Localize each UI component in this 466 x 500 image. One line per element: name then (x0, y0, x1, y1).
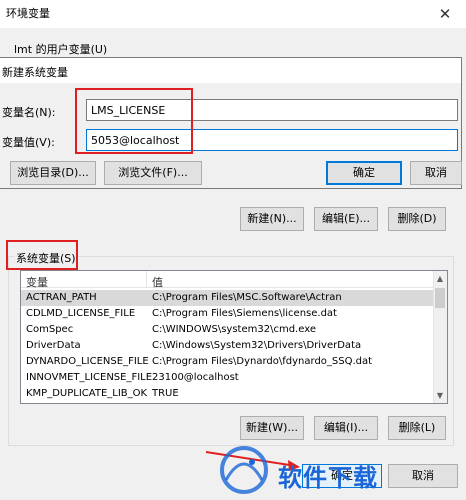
browse-file-button[interactable]: 浏览文件(F)... (104, 161, 202, 185)
window-title: 环境变量 (6, 7, 50, 20)
row-value: C:\Program Files\MSC.Software\Actran (152, 292, 342, 303)
dialog-titlebar (0, 58, 461, 83)
table-header (21, 271, 433, 288)
dialog-ok-button[interactable]: 确定 (326, 161, 402, 185)
table-row[interactable]: DYNARDO_LICENSE_FILE C:\Program Files\Dy… (21, 354, 433, 370)
dialog-title: 新建系统变量 (2, 66, 68, 79)
column-separator (146, 271, 147, 288)
row-value: C:\Windows\System32\Drivers\DriverData (152, 340, 362, 351)
row-name: DYNARDO_LICENSE_FILE (26, 356, 149, 367)
variable-value-label: 变量值(V): (2, 136, 55, 149)
row-value: C:\Program Files\Dynardo\fdynardo_SSQ.da… (152, 356, 373, 367)
user-variables-group-label: lmt 的用户变量(U) (14, 43, 108, 56)
highlight-box-dialog-fields (75, 88, 193, 154)
row-name: ComSpec (26, 324, 74, 335)
row-name: KMP_DUPLICATE_LIB_OK (26, 388, 148, 399)
dragon-logo-icon (220, 446, 268, 494)
row-name: INNOVMET_LICENSE_FILE (26, 372, 153, 383)
system-edit-button[interactable]: 编辑(I)... (314, 416, 378, 440)
row-value: TRUE (152, 388, 179, 399)
row-name: CDLMD_LICENSE_FILE (26, 308, 136, 319)
dialog-cancel-button[interactable]: 取消 (410, 161, 462, 185)
variable-name-label: 变量名(N): (2, 106, 56, 119)
scroll-down-icon[interactable]: ▼ (433, 389, 447, 403)
row-value: C:\WINDOWS\system32\cmd.exe (152, 324, 316, 335)
column-header-variable[interactable]: 变量 (26, 274, 48, 290)
row-value: C:\Program Files\Siemens\license.dat (152, 308, 337, 319)
table-row[interactable]: ComSpec C:\WINDOWS\system32\cmd.exe (21, 322, 433, 338)
highlight-box-system-label (6, 240, 78, 270)
browse-directory-button[interactable]: 浏览目录(D)... (10, 161, 96, 185)
column-header-value[interactable]: 值 (152, 274, 163, 290)
row-name: ACTRAN_PATH (26, 292, 97, 303)
close-icon[interactable]: ✕ (428, 2, 462, 26)
system-new-button[interactable]: 新建(W)... (240, 416, 304, 440)
scroll-up-icon[interactable]: ▲ (433, 272, 447, 286)
row-value: 23100@localhost (152, 372, 239, 383)
window-titlebar (0, 0, 466, 28)
table-row[interactable]: KMP_DUPLICATE_LIB_OK TRUE (21, 386, 433, 402)
watermark-logo-text: 软件下载 (278, 464, 378, 492)
user-edit-button[interactable]: 编辑(E)... (314, 207, 378, 231)
table-row[interactable]: CDLMD_LICENSE_FILE C:\Program Files\Siem… (21, 306, 433, 322)
footer-cancel-button[interactable]: 取消 (388, 464, 458, 488)
scrollbar-thumb[interactable] (435, 288, 445, 308)
row-name: DriverData (26, 340, 81, 351)
table-row[interactable]: DriverData C:\Windows\System32\Drivers\D… (21, 338, 433, 354)
table-row[interactable]: ACTRAN_PATH C:\Program Files\MSC.Softwar… (21, 290, 433, 306)
user-new-button[interactable]: 新建(N)... (240, 207, 304, 231)
table-row[interactable]: INNOVMET_LICENSE_FILE 23100@localhost (21, 370, 433, 386)
system-delete-button[interactable]: 删除(L) (388, 416, 446, 440)
user-delete-button[interactable]: 删除(D) (388, 207, 446, 231)
